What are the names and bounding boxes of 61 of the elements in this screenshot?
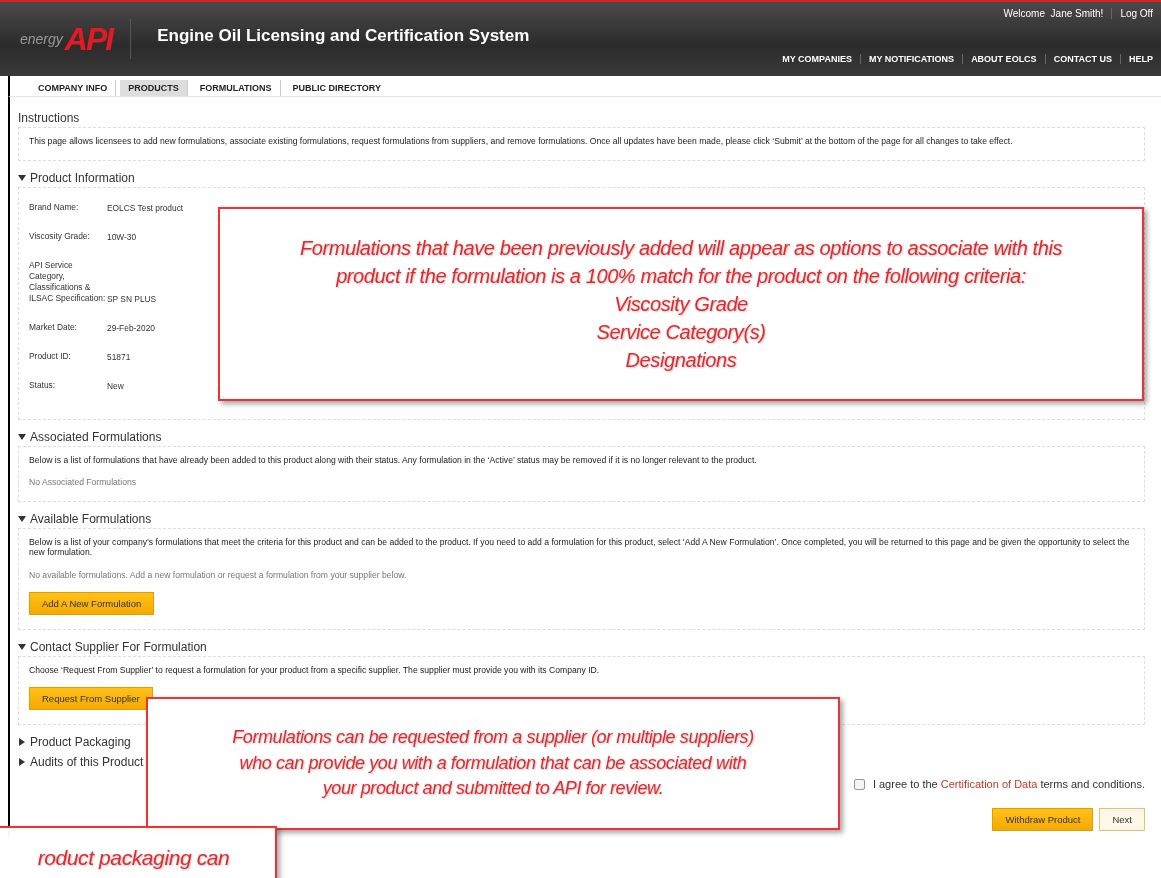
annotation-text: roduct packaging can bbox=[37, 845, 230, 872]
nav-link[interactable]: CONTACT US bbox=[1044, 54, 1120, 64]
section-title: Instructions bbox=[18, 111, 80, 125]
annotation-text: Designations bbox=[625, 348, 737, 373]
section-description: This page allows licensees to add new formulations, associate existing formulations, request formulations from suppliers, and remove formulations. Once all updates have been made, please click ‘Submit’ at the bottom of the page for all changes to take effect. bbox=[29, 136, 1014, 147]
caret-right-icon[interactable] bbox=[18, 737, 26, 746]
logoff-link[interactable]: Log Off bbox=[1111, 8, 1161, 19]
field-value: 10W-30 bbox=[107, 232, 138, 243]
next-button[interactable]: Next bbox=[1099, 808, 1145, 831]
caret-down-icon[interactable] bbox=[18, 432, 26, 441]
caret-down-icon[interactable] bbox=[18, 514, 26, 523]
section-description: Below is a list of your company’s formulations that meet the criteria for this product and can be added to the product. If you need to add a formulation for this product, select ‘Add A New Formulation’. Once completed, you will be returned to this page and be given the opportunity to select the new formulation. bbox=[29, 536, 1131, 558]
tab[interactable]: PUBLIC DIRECTORY bbox=[284, 80, 390, 96]
tab[interactable]: COMPANY INFO bbox=[30, 80, 117, 96]
field-value: 29-Feb-2020 bbox=[107, 322, 156, 333]
nav-link[interactable]: MY COMPANIES bbox=[774, 54, 860, 64]
nav-link[interactable]: HELP bbox=[1120, 54, 1161, 64]
nav-link[interactable]: MY NOTIFICATIONS bbox=[859, 54, 963, 64]
annotation-text: Formulations can be requested from a supplier (or multiple suppliers) bbox=[232, 726, 754, 750]
field-value: EOLCS Test product bbox=[107, 203, 185, 214]
logo-tagline: energy bbox=[20, 31, 63, 47]
caret-down-icon[interactable] bbox=[18, 642, 26, 651]
welcome-text: Welcome Jane Smith! bbox=[1002, 8, 1105, 19]
caret-down-icon[interactable] bbox=[18, 174, 26, 183]
section-title: Product Packaging bbox=[30, 734, 131, 749]
tab[interactable]: FORMULATIONS bbox=[191, 80, 281, 96]
annotation-text: your product and submitted to API for review. bbox=[322, 777, 664, 801]
action-button[interactable]: Request From Supplier bbox=[29, 686, 153, 710]
field-label: Viscosity Grade: bbox=[29, 231, 91, 243]
certification-link[interactable]: Certification of Data bbox=[940, 778, 1038, 790]
annotation-text: Formulations that have been previously added will appear as options to associate with this bbox=[299, 236, 1063, 261]
field-label: Brand Name: bbox=[29, 202, 80, 214]
field-label: API Service Category, Classifications & ILSAC Specification: bbox=[29, 260, 107, 304]
app-title: Engine Oil Licensing and Certification System bbox=[157, 26, 530, 46]
section-title: Audits of this Product bbox=[30, 754, 144, 769]
empty-note: No available formulations. Add a new formulation or request a formulation from your supplier below. bbox=[29, 569, 408, 580]
section-description: Below is a list of formulations that have already been added to this product along with their status. Any formulation in the ‘Active’ status may be removed if it is no longer relevant to the product. bbox=[29, 454, 758, 465]
field-value: 51871 bbox=[107, 351, 132, 362]
annotation-text: who can provide you with a formulation that can be associated with bbox=[239, 751, 747, 775]
agree-checkbox[interactable] bbox=[853, 778, 865, 790]
tab[interactable]: PRODUCTS bbox=[120, 80, 188, 96]
action-button[interactable]: Add A New Formulation bbox=[29, 591, 155, 615]
logo-mark: API bbox=[64, 20, 113, 58]
annotation-text: Viscosity Grade bbox=[614, 292, 748, 317]
section-title: Contact Supplier For Formulation bbox=[30, 639, 207, 654]
empty-note: No Associated Formulations bbox=[29, 476, 137, 487]
withdraw-button[interactable]: Withdraw Product bbox=[992, 808, 1094, 831]
annotation-text: Service Category(s) bbox=[596, 320, 766, 345]
annotation-text: product if the formulation is a 100% match for the product on the following criteria: bbox=[336, 264, 1026, 289]
section-title: Associated Formulations bbox=[30, 429, 162, 444]
field-label: Market Date: bbox=[29, 321, 78, 333]
field-value: New bbox=[107, 380, 125, 391]
field-label: Status: bbox=[29, 379, 57, 391]
section-title: Available Formulations bbox=[30, 511, 152, 526]
section-title: Product Information bbox=[30, 171, 135, 186]
caret-right-icon[interactable] bbox=[18, 757, 26, 766]
nav-link[interactable]: ABOUT EOLCS bbox=[962, 54, 1045, 64]
field-value: SP SN PLUS bbox=[107, 293, 158, 304]
agreement-text: I agree to the Certification of Data terms and conditions. bbox=[872, 778, 1145, 790]
field-label: Product ID: bbox=[29, 350, 72, 362]
section-description: Choose ‘Request From Supplier’ to request a formulation for your product from a specific supplier. The supplier must provide you with its Company ID. bbox=[29, 664, 601, 675]
